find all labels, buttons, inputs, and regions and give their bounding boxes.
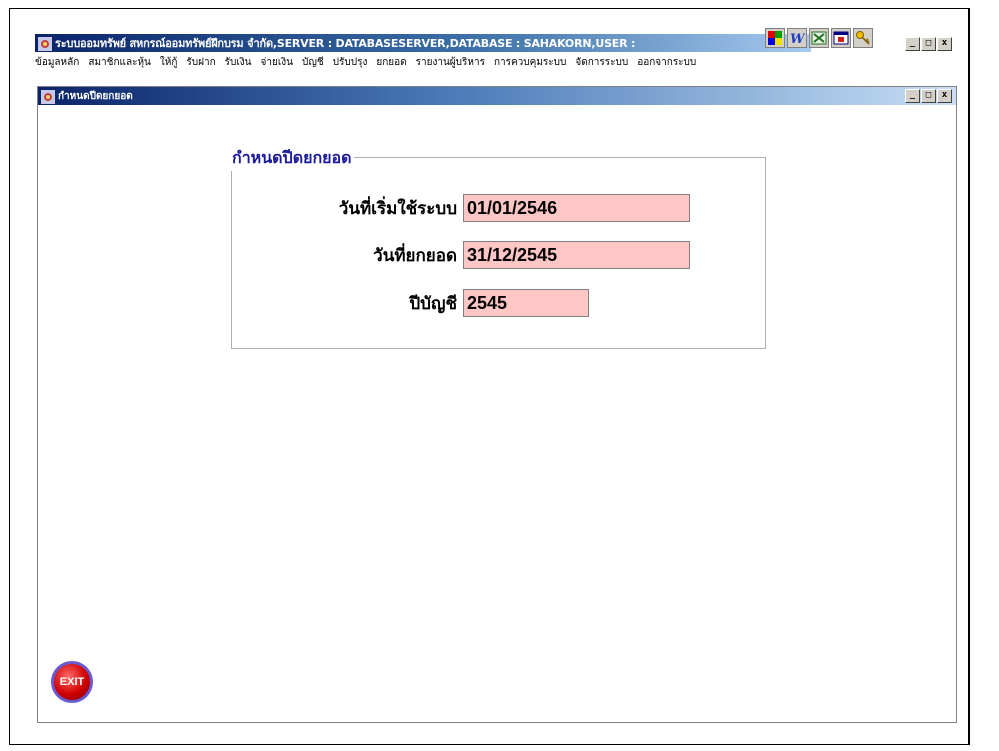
child-title-bar: กำหนดปีดยกยอด _ □ x (38, 87, 956, 105)
carry-date-row: วันที่ยกยอด (232, 241, 692, 269)
menu-carry-forward[interactable]: ยกยอด (376, 53, 406, 71)
menu-logout[interactable]: ออกจากระบบ (637, 53, 696, 71)
minimize-button[interactable]: _ (905, 37, 920, 51)
child-minimize-button[interactable]: _ (905, 89, 920, 103)
menu-bar: ข้อมูลหลัก สมาชิกและหุ้น ให้กู้ รับฝาก ร… (35, 53, 696, 71)
menu-accounts[interactable]: บัญชี (302, 53, 324, 71)
carry-forward-group: กำหนดปีดยกยอด วันที่เริ่มใช้ระบบ วันที่ย… (230, 146, 766, 349)
carry-date-label: วันที่ยกยอด (373, 245, 457, 266)
menu-exec-reports[interactable]: รายงานผู้บริหาร (416, 53, 485, 71)
start-date-field[interactable] (463, 194, 690, 222)
child-window-icon (41, 89, 55, 104)
menu-pay[interactable]: จ่ายเงิน (261, 53, 293, 71)
exit-label: EXIT (59, 676, 85, 688)
carry-date-field[interactable] (463, 241, 690, 269)
start-date-label: วันที่เริ่มใช้ระบบ (338, 198, 457, 219)
child-maximize-button[interactable]: □ (921, 89, 936, 103)
window-icon[interactable] (831, 28, 851, 48)
app-title: ระบบออมทรัพย์ สหกรณ์ออมทรัพย์ฝึกบรม จำกั… (55, 37, 636, 50)
start-date-row: วันที่เริ่มใช้ระบบ (232, 194, 692, 222)
quick-toolbar: W (765, 28, 873, 48)
key-icon[interactable] (853, 28, 873, 48)
menu-deposits[interactable]: รับฝาก (186, 53, 215, 71)
exit-button[interactable]: EXIT (51, 661, 93, 703)
fiscal-year-field[interactable] (463, 289, 589, 317)
menu-loans[interactable]: ให้กู้ (160, 53, 178, 71)
excel-icon[interactable] (809, 28, 829, 48)
fiscal-year-label: ปีบัญชี (409, 293, 457, 314)
close-button[interactable]: x (937, 37, 952, 51)
word-icon[interactable]: W (787, 28, 807, 48)
menu-master-data[interactable]: ข้อมูลหลัก (35, 53, 79, 71)
menu-system-control[interactable]: การควบคุมระบบ (494, 53, 566, 71)
menu-members-shares[interactable]: สมาชิกและหุ้น (88, 53, 151, 71)
colors-icon[interactable] (765, 28, 785, 48)
app-icon (38, 36, 52, 51)
fiscal-year-row: ปีบัญชี (232, 289, 692, 317)
child-window-title: กำหนดปีดยกยอด (58, 90, 133, 102)
child-window: กำหนดปีดยกยอด _ □ x กำหนดปีดยกยอด วันที่… (37, 86, 957, 723)
child-close-button[interactable]: x (937, 89, 952, 103)
maximize-button[interactable]: □ (921, 37, 936, 51)
child-window-controls: _ □ x (905, 89, 952, 103)
frame-edge (969, 8, 970, 745)
app-window-controls: _ □ x (905, 37, 952, 51)
app-title-bar: ระบบออมทรัพย์ สหกรณ์ออมทรัพย์ฝึกบรม จำกั… (35, 34, 811, 52)
menu-adjust[interactable]: ปรับปรุง (333, 53, 368, 71)
svg-text:W: W (790, 32, 805, 46)
group-title: กำหนดปีดยกยอด (230, 146, 354, 171)
menu-system-admin[interactable]: จัดการระบบ (575, 53, 628, 71)
menu-receive[interactable]: รับเงิน (225, 53, 252, 71)
